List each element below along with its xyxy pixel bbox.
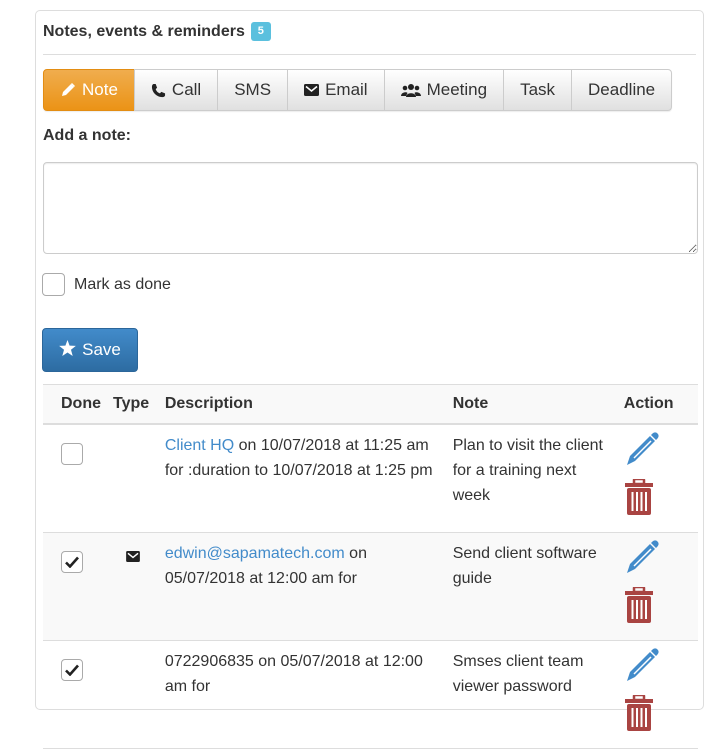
envelope-icon: [126, 545, 140, 570]
mark-done-label[interactable]: Mark as done: [74, 276, 171, 294]
title-divider: [43, 54, 696, 55]
done-checkbox[interactable]: [61, 442, 83, 465]
panel-title: Notes, events & reminders 5: [43, 22, 271, 41]
panel-title-text: Notes, events & reminders: [43, 22, 245, 40]
done-checkbox[interactable]: [61, 550, 83, 573]
count-badge: 5: [250, 22, 271, 41]
envelope-icon: [304, 84, 320, 96]
pencil-icon: [60, 82, 76, 98]
tab-email[interactable]: Email: [287, 69, 385, 111]
table-header-row: Done Type Description Note Action: [43, 384, 698, 425]
note-cell: Plan to visit the client for a training …: [446, 423, 618, 533]
tab-note-label: Note: [82, 80, 118, 99]
action-cell: [617, 423, 698, 533]
description-cell: edwin@sapamatech.com on 05/07/2018 at 12…: [158, 532, 447, 641]
note-cell: Smses client team viewer password: [446, 640, 618, 749]
done-cell: [43, 423, 107, 533]
users-icon: [400, 83, 421, 98]
type-cell: [107, 640, 159, 749]
done-cell: [43, 640, 107, 749]
description-link[interactable]: Client HQ: [165, 437, 234, 454]
action-cell: [617, 532, 698, 641]
table-row: Client HQ on 10/07/2018 at 11:25 am for …: [43, 423, 698, 533]
type-cell: [107, 532, 159, 641]
note-cell: Send client software guide: [446, 532, 618, 641]
activity-type-tabs: Note Call SMS Email Meeting Task Deadlin…: [43, 69, 673, 111]
note-textarea[interactable]: [43, 162, 698, 254]
mark-done-row: Mark as done: [42, 273, 171, 296]
tab-sms[interactable]: SMS: [217, 69, 289, 111]
tab-task-label: Task: [520, 80, 556, 99]
add-note-label: Add a note:: [43, 127, 131, 144]
header-note: Note: [446, 384, 618, 425]
tab-call-label: Call: [171, 80, 202, 99]
done-cell: [43, 532, 107, 641]
tab-email-label: Email: [325, 80, 368, 99]
edit-icon[interactable]: [624, 431, 660, 475]
tab-note[interactable]: Note: [43, 69, 135, 111]
action-cell: [617, 640, 698, 749]
header-action: Action: [617, 384, 698, 425]
edit-icon[interactable]: [624, 647, 660, 691]
description-link[interactable]: edwin@sapamatech.com: [165, 545, 345, 562]
mark-done-checkbox[interactable]: [42, 273, 65, 296]
edit-icon[interactable]: [624, 539, 660, 583]
header-done: Done: [43, 384, 107, 425]
save-label: Save: [82, 340, 121, 359]
tab-sms-label: SMS: [234, 80, 272, 99]
description-cell: 0722906835 on 05/07/2018 at 12:00 am for: [158, 640, 447, 749]
table-row: edwin@sapamatech.com on 05/07/2018 at 12…: [43, 532, 698, 641]
tab-deadline-label: Deadline: [588, 80, 656, 99]
notes-panel: Notes, events & reminders 5 Note Call SM…: [35, 10, 704, 749]
delete-icon[interactable]: [624, 693, 654, 739]
tab-task[interactable]: Task: [503, 69, 573, 111]
delete-icon[interactable]: [624, 585, 654, 631]
description-cell: Client HQ on 10/07/2018 at 11:25 am for …: [158, 423, 447, 533]
delete-icon[interactable]: [624, 477, 654, 523]
tab-meeting-label: Meeting: [426, 80, 488, 99]
header-type: Type: [107, 384, 159, 425]
save-button[interactable]: Save: [42, 328, 138, 372]
star-icon: [59, 339, 76, 361]
tab-meeting[interactable]: Meeting: [383, 69, 505, 111]
tab-call[interactable]: Call: [133, 69, 219, 111]
header-description: Description: [158, 384, 447, 425]
type-cell: [107, 423, 159, 533]
phone-icon: [151, 83, 166, 98]
activities-table: Done Type Description Note Action Client…: [43, 384, 698, 749]
done-checkbox[interactable]: [61, 658, 83, 681]
table-row: 0722906835 on 05/07/2018 at 12:00 am for…: [43, 640, 698, 749]
description-text: 0722906835 on 05/07/2018 at 12:00 am for: [164, 652, 423, 695]
tab-deadline[interactable]: Deadline: [571, 69, 673, 111]
